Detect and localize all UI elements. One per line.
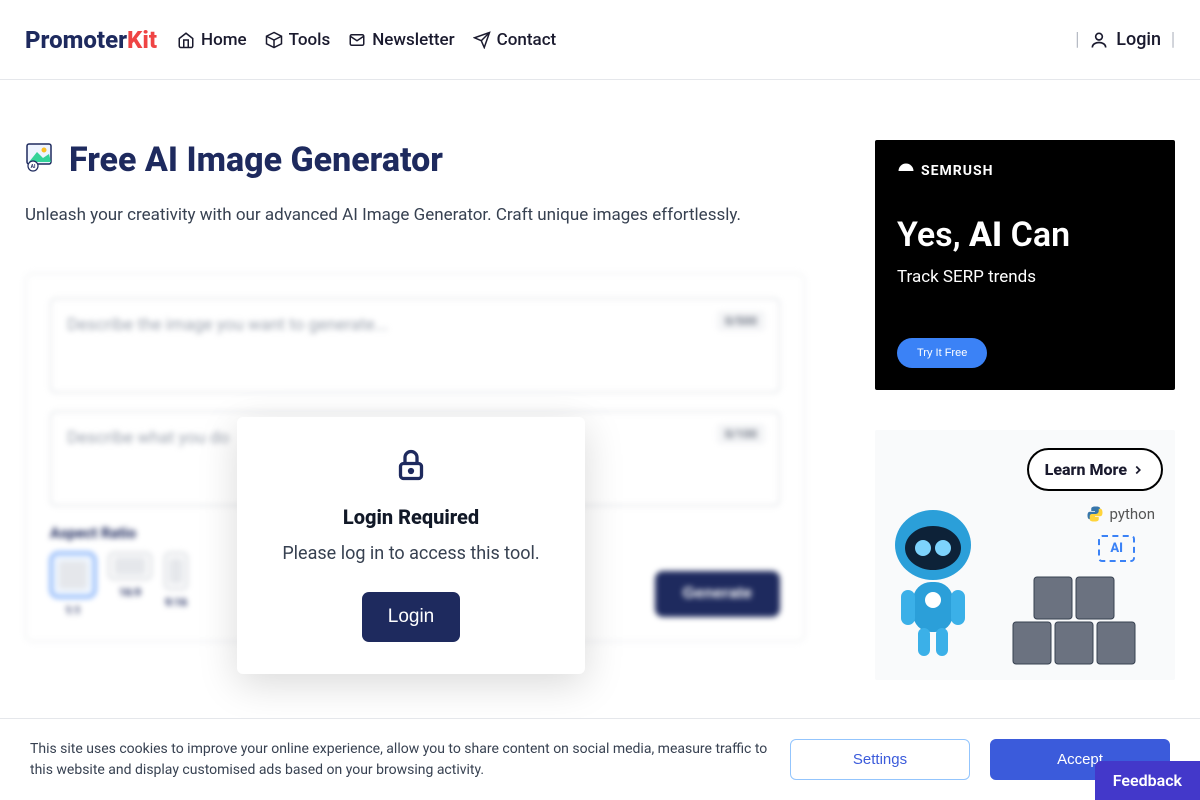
nav-newsletter-label: Newsletter [372,30,454,50]
nav-home[interactable]: Home [177,30,247,50]
semrush-sub: Track SERP trends [897,267,1153,287]
page-title: Free AI Image Generator [69,140,443,180]
login-link[interactable]: Login [1089,29,1161,50]
prompt-input[interactable]: Describe the image you want to generate.… [50,298,780,393]
modal-title: Login Required [261,505,561,529]
ad-semrush[interactable]: SEMRUSH Yes, AI Can Track SERP trends Tr… [875,140,1175,390]
ratio-label-916: 9:16 [165,596,187,609]
send-icon [473,31,491,49]
nav-tools-label: Tools [289,30,331,50]
semrush-icon [897,162,915,180]
title-row: AI Free AI Image Generator [25,140,805,180]
aspect-ratio-16-9[interactable]: 16:9 [108,552,152,599]
aspect-ratio-group: Aspect Ratio 1:1 16:9 9:16 [50,524,188,617]
semrush-headline: Yes, AI Can [897,215,1153,255]
prompt-counter: 0/500 [717,311,765,331]
modal-login-button[interactable]: Login [362,592,461,642]
aspect-ratio-9-16[interactable]: 9:16 [164,552,188,609]
negative-placeholder: Describe what you do [67,428,229,448]
logo-part2: Kit [127,26,157,54]
python-ai-badge: AI [1098,535,1135,562]
sidebar: SEMRUSH Yes, AI Can Track SERP trends Tr… [875,140,1175,680]
generate-button[interactable]: Generate [655,571,780,617]
cookie-text: This site uses cookies to improve your o… [30,739,770,780]
nav-newsletter[interactable]: Newsletter [348,30,454,50]
chevron-right-icon [1131,463,1145,477]
package-icon [265,31,283,49]
python-icon [1086,505,1104,523]
user-icon [1089,30,1109,50]
logo-part1: Promoter [25,26,127,54]
home-icon [177,31,195,49]
semrush-cta[interactable]: Try It Free [897,338,987,368]
prompt-placeholder: Describe the image you want to generate.… [67,315,388,335]
cookie-banner: This site uses cookies to improve your o… [0,718,1200,800]
feedback-button[interactable]: Feedback [1095,761,1200,800]
lock-icon [393,447,429,483]
mail-icon [348,31,366,49]
aspect-ratio-row: 1:1 16:9 9:16 [50,552,188,617]
aspect-ratio-1-1[interactable]: 1:1 [50,552,96,617]
semrush-logo: SEMRUSH [897,162,1153,180]
login-label: Login [1116,29,1161,50]
svg-text:AI: AI [31,164,36,170]
nav-contact-label: Contact [497,30,557,50]
nav-tools[interactable]: Tools [265,30,331,50]
main-nav: Home Tools Newsletter Contact [177,30,556,50]
cookie-settings-button[interactable]: Settings [790,739,970,780]
ratio-label-11: 1:1 [65,604,81,617]
logo[interactable]: PromoterKit [25,26,157,54]
python-label: python [1086,505,1155,523]
image-ai-icon: AI [25,140,57,180]
robot-icon [883,500,983,660]
header-right: | Login | [1075,29,1175,50]
login-modal: Login Required Please log in to access t… [237,417,585,674]
servers-icon [1003,562,1163,672]
ratio-label-169: 16:9 [119,586,141,599]
modal-text: Please log in to access this tool. [261,543,561,564]
nav-home-label: Home [201,30,247,50]
aspect-ratio-label: Aspect Ratio [50,524,188,542]
divider: | [1075,29,1079,50]
divider: | [1171,29,1175,50]
main: AI Free AI Image Generator Unleash your … [0,80,1200,680]
negative-counter: 0/100 [717,424,765,444]
ad-python[interactable]: Learn More python AI [875,430,1175,680]
page-subtitle: Unleash your creativity with our advance… [25,205,805,225]
nav-contact[interactable]: Contact [473,30,557,50]
header: PromoterKit Home Tools Newsletter Contac… [0,0,1200,80]
python-cta[interactable]: Learn More [1027,448,1163,491]
